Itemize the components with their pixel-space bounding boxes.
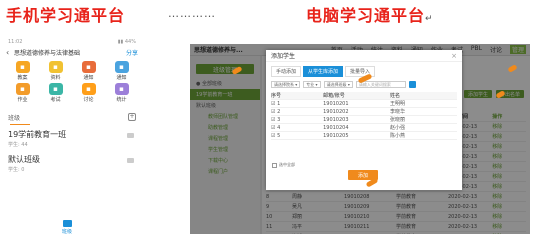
course-title: 思想道德修养与法律基础 (14, 49, 81, 57)
homework-icon: ▪ (15, 83, 30, 95)
notify-icon: ▪ (114, 61, 129, 73)
add-student-dialog: 添加学生 × 手动添加 从学生库添加 批量导入 请选择院系 ▾ 专业 ▾ 请选择班级… (266, 50, 462, 190)
college-select[interactable]: 请选择院系 ▾ (271, 81, 301, 88)
checkbox[interactable] (272, 162, 277, 168)
table-cell: 19010201 (323, 100, 349, 107)
grid-item[interactable]: ▪ 统计 (105, 83, 138, 103)
select-all-label: 选中全部 (279, 162, 295, 167)
table-cell: 陈小燕 (390, 133, 406, 139)
status-bar: 11:02 ▮▮ 44% (2, 38, 142, 46)
class-count: 学生: 44 (8, 142, 28, 148)
table-cell: 19010203 (323, 116, 349, 123)
table-row: ☑ 2 19010202 李晓华 (271, 108, 457, 116)
mobile-titlebar: ‹ 思想道德修养与法律基础 分享 (2, 46, 142, 58)
grid-item-label: 通知 (116, 75, 127, 81)
status-right: ▮▮ 44% (117, 39, 136, 45)
grid-item[interactable]: ▪ 讨论 (72, 83, 105, 103)
table-cell: 19010202 (323, 108, 349, 115)
grid-item-label: 资料 (50, 75, 61, 81)
table-row: ☑ 4 19010204 赵小强 (271, 124, 457, 132)
status-left: 11:02 (8, 39, 23, 45)
class-count: 学生: 0 (8, 167, 25, 173)
mobile-caption: 手机学习通平台 (6, 6, 126, 25)
grid-item[interactable]: ▪ 资料 (39, 61, 72, 81)
share-button[interactable]: 分享 (126, 48, 138, 57)
notice-icon: ▪ (81, 61, 96, 73)
dialog-tab[interactable]: 手动添加 (271, 66, 302, 77)
table-cell: 张晓丽 (390, 117, 406, 123)
class-name: 19学前教育一班 (8, 130, 67, 139)
resources-icon: ▪ (48, 61, 63, 73)
grid-item[interactable]: ▪ 作业 (6, 83, 39, 103)
close-icon[interactable]: × (451, 52, 457, 60)
function-grid: ▪ 教案 ▪ 资料 ▪ 通知 ▪ 通知 ▪ 作业 ▪ 考试 ▪ 讨论 ▪ 统计 (2, 58, 142, 105)
table-cell: 李晓华 (390, 109, 406, 115)
desktop-caption: 电脑学习通平台↵ (306, 6, 434, 25)
class-item[interactable]: 19学前教育一班 学生: 44 (8, 129, 136, 148)
desktop-screen: 思想道德修养与... 首页活动统计资料通知作业考试PBL讨论管理 班级管理 ● … (190, 44, 530, 234)
table-cell: 王明明 (390, 101, 406, 107)
table-row: ☑ 3 19010203 张晓丽 (271, 116, 457, 124)
qrcode-icon[interactable] (127, 133, 134, 138)
grid-item[interactable]: ▪ 教案 (6, 61, 39, 81)
table-cell: ☑ 5 (271, 132, 281, 139)
return-mark: ↵ (425, 14, 434, 24)
orange-underline (10, 123, 30, 125)
search-icon[interactable] (408, 81, 416, 88)
major-select[interactable]: 专业 ▾ (303, 81, 321, 88)
mobile-screen: 11:02 ▮▮ 44% ‹ 思想道德修养与法律基础 分享 ▪ 教案 ▪ 资料 ▪ 通知 ▪… (2, 38, 142, 238)
grid-item-label: 统计 (116, 97, 127, 103)
exam-icon: ▪ (48, 83, 63, 95)
grid-item-label: 讨论 (83, 97, 94, 103)
grid-item-label: 考试 (50, 97, 61, 103)
library-table: 序号 邮箱/账号 姓名 ☑ 1 19010201 王明明 ☑ 2 19010202 李晓华 ☑ 3… (271, 92, 457, 140)
grid-item[interactable]: ▪ 考试 (39, 83, 72, 103)
table-header: 序号 邮箱/账号 姓名 (271, 92, 457, 100)
dialog-tab[interactable]: 从学生库添加 (303, 66, 344, 77)
lesson-plan-icon: ▪ (15, 61, 30, 73)
class-header-label: 班级 (8, 114, 21, 122)
discussion-icon: ▪ (81, 83, 96, 95)
tab-class-label: 班级 (62, 229, 73, 235)
dialog-header: 添加学生 × (266, 50, 462, 62)
class-tab-icon (62, 220, 72, 227)
table-cell: 赵小强 (390, 125, 406, 131)
stats-icon: ▪ (114, 83, 129, 95)
class-select[interactable]: 请选择班级 ▾ (323, 81, 353, 88)
add-class-icon[interactable]: + (128, 113, 136, 121)
table-cell: ☑ 3 (271, 116, 281, 123)
tab-class[interactable]: 班级 (62, 220, 72, 235)
grid-item-label: 通知 (83, 75, 94, 81)
table-cell: 19010204 (323, 124, 349, 131)
grid-item[interactable]: ▪ 通知 (72, 61, 105, 81)
back-icon[interactable]: ‹ (6, 48, 14, 57)
table-cell: ☑ 1 (271, 100, 281, 107)
table-cell: 序号 (271, 93, 282, 99)
caption-dots: ………… (168, 7, 216, 20)
class-name: 默认班级 (8, 155, 40, 164)
qrcode-icon[interactable] (127, 158, 134, 163)
table-row: ☑ 5 19010205 陈小燕 (271, 132, 457, 140)
table-cell: ☑ 4 (271, 124, 281, 131)
select-all[interactable]: 选中全部 (272, 162, 462, 168)
dialog-title: 添加学生 (271, 53, 296, 60)
class-item[interactable]: 默认班级 学生: 0 (8, 154, 136, 173)
table-cell: 姓名 (390, 93, 401, 99)
grid-item-label: 教案 (17, 75, 28, 81)
table-row: ☑ 1 19010201 王明明 (271, 100, 457, 108)
table-cell: ☑ 2 (271, 108, 281, 115)
table-cell: 邮箱/账号 (323, 93, 345, 99)
grid-item-label: 作业 (17, 97, 28, 103)
class-header: 班级 + (8, 111, 136, 125)
table-cell: 19010205 (323, 132, 349, 139)
search-input[interactable]: 请输入关键词搜索 (355, 81, 406, 88)
grid-item[interactable]: ▪ 通知 (105, 61, 138, 81)
